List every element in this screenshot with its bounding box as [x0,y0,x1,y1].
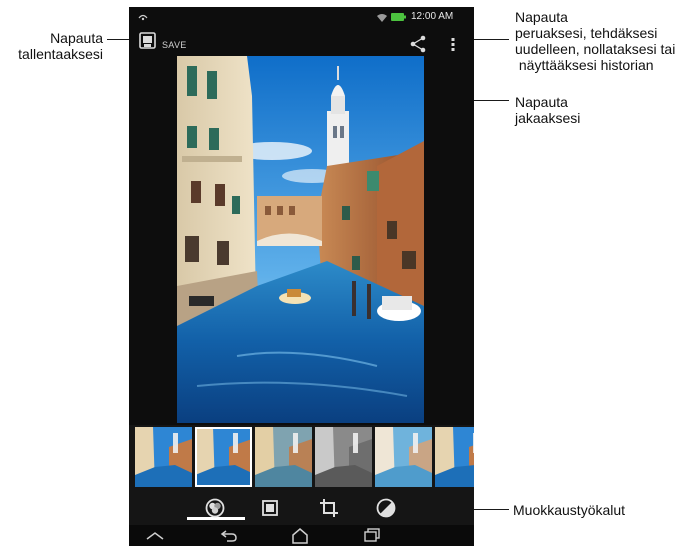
filter-thumbnail[interactable] [135,427,192,487]
callout-save-line1: Napauta [50,30,103,46]
keyboard-hide-icon[interactable] [145,530,165,542]
frame-tool-button[interactable] [259,497,281,519]
callout-save: Napauta tallentaaksesi [0,30,103,62]
callout-menu-line4: näyttääksesi historian [515,57,654,73]
adjust-tool-button[interactable] [375,497,397,519]
save-icon [139,32,156,49]
filter-strip: NonePunchVintageB/WBleachInstar [129,425,474,491]
device-screen: 12:00 AM SAVE [129,7,474,546]
callout-menu: Napauta peruaksesi, tehdäksesi uudelleen… [515,9,675,73]
battery-icon [391,13,406,21]
callout-share: Napauta jakaaksesi [515,94,580,126]
callout-menu-line3: uudelleen, nollataksesi tai [515,41,676,57]
crop-tool-button[interactable] [318,497,340,519]
save-label: SAVE [162,40,187,50]
status-time: 12:00 AM [411,11,454,22]
back-icon[interactable] [219,528,239,543]
callout-menu-line2: peruaksesi, tehdäksesi [515,25,658,41]
share-icon [410,35,426,53]
callout-menu-line1: Napauta [515,9,568,25]
home-icon[interactable] [290,527,310,544]
filter-thumbnail[interactable] [435,427,474,487]
navigation-bar [129,525,474,546]
callout-share-line2: jakaaksesi [515,110,581,126]
callout-save-line2: tallentaaksesi [18,46,103,62]
edit-toolbar [129,491,474,525]
photo-preview[interactable] [177,56,424,423]
filter-thumbnail[interactable] [255,427,312,487]
overflow-menu-icon [451,38,455,51]
status-bar: 12:00 AM [129,7,474,27]
filter-thumbnail[interactable] [375,427,432,487]
adjust-icon [376,498,396,518]
venice-canal-photo [177,56,424,423]
recent-apps-icon[interactable] [363,528,381,543]
filter-thumbnail[interactable] [195,427,252,487]
filters-icon [205,498,225,518]
overflow-menu-button[interactable] [448,33,458,55]
filter-thumbnail[interactable] [315,427,372,487]
callout-share-line1: Napauta [515,94,568,110]
crop-icon [320,499,338,517]
filters-tool-button[interactable] [204,497,226,519]
notification-icon [138,14,148,21]
frame-icon [262,500,278,516]
wifi-icon [377,14,387,22]
share-button[interactable] [409,33,427,55]
callout-tools-line1: Muokkaustyökalut [513,502,626,518]
callout-tools: Muokkaustyökalut [513,502,625,518]
